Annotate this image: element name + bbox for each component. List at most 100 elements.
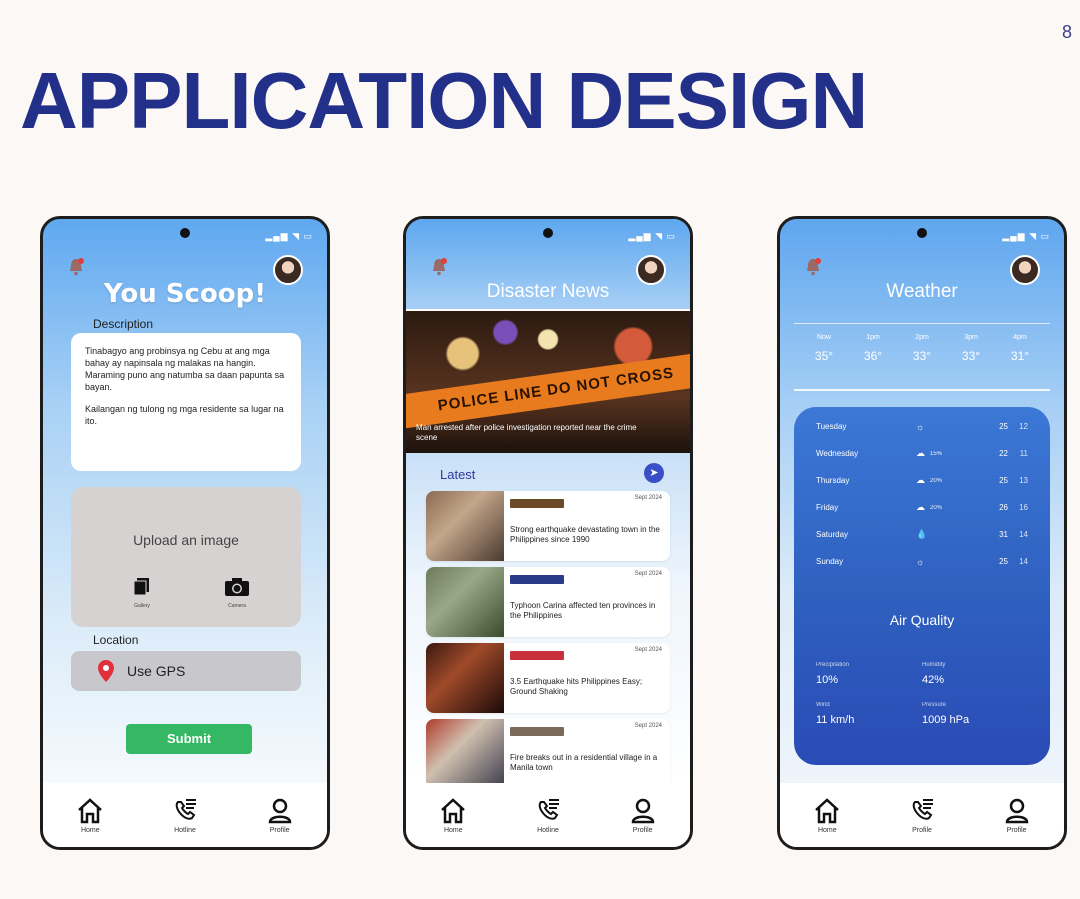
featured-news-caption: Man arrested after police investigation …: [416, 423, 637, 442]
air-quality-metric: Pressure 1009 hPa: [922, 702, 1028, 726]
submit-button[interactable]: Submit: [126, 724, 252, 754]
hourly-item: 1pm 36°: [851, 334, 895, 389]
description-field[interactable]: Tinabagyo ang probinsya ng Cebu at ang m…: [71, 333, 301, 471]
bottom-nav: Home Profile Profile: [780, 783, 1064, 847]
hourly-item: 3pm 33°: [949, 334, 993, 389]
nav-hotline[interactable]: Profile: [892, 796, 952, 834]
camera-button[interactable]: Camera: [223, 576, 251, 609]
news-category-tag: [510, 651, 564, 660]
news-category-tag: [510, 575, 564, 584]
day-name: Sunday: [816, 557, 844, 566]
weather-icon: ☁: [916, 502, 925, 512]
daily-forecast-row: Thursday ☁ 20% 25 13: [794, 467, 1050, 494]
location-label: Location: [93, 633, 139, 647]
low-temperature: 13: [1019, 476, 1028, 485]
description-text-2: Kailangan ng tulong ng mga residente sa …: [85, 404, 284, 426]
hourly-item: Now 35°: [802, 334, 846, 389]
phone-call-icon: [175, 799, 196, 820]
camera-notch: [180, 228, 190, 238]
nav-hotline[interactable]: Hotline: [518, 796, 578, 834]
phone-call-icon: [912, 799, 933, 820]
hour-time: 2pm: [915, 334, 929, 341]
news-list: Sept 2024 Strong earthquake devastating t…: [426, 491, 670, 795]
metric-value: 11 km/h: [816, 714, 855, 726]
notification-bell-icon[interactable]: [804, 257, 822, 277]
featured-news-banner[interactable]: POLICE LINE DO NOT CROSS Man arrested af…: [406, 311, 690, 453]
weather-icon: ☁: [916, 475, 925, 485]
camera-notch: [917, 228, 927, 238]
news-headline: Fire breaks out in a residential village…: [510, 753, 658, 772]
weather-icon: 💧: [916, 529, 928, 539]
weather-icon: ☁: [916, 448, 925, 458]
hour-time: 3pm: [964, 334, 978, 341]
daily-forecast-row: Friday ☁ 20% 26 16: [794, 494, 1050, 521]
hourly-item: 2pm 33°: [900, 334, 944, 389]
hourly-forecast: Now 35° 1pm 36° 2pm 33° 3pm 33° 4pm 31°: [794, 323, 1050, 391]
news-thumbnail: [426, 567, 504, 637]
nav-hotline[interactable]: Hotline: [155, 796, 215, 834]
see-more-arrow-icon[interactable]: ➤: [644, 463, 664, 483]
air-quality-metrics: Precipitation 10% Humidity 42% Wind 11 km/h Pr…: [816, 662, 1028, 726]
weather-icon: ☼: [916, 556, 925, 567]
nav-home[interactable]: Home: [797, 796, 857, 834]
nav-profile[interactable]: Profile: [250, 796, 310, 834]
news-card[interactable]: Sept 2024 3.5 Earthquake hits Philippines…: [426, 643, 670, 713]
upload-label: Upload an image: [133, 532, 239, 548]
slide: 8 APPLICATION DESIGN ▂▄▆ ◥ ▭ You Scoop! …: [0, 0, 1080, 899]
day-name: Saturday: [816, 530, 849, 539]
air-quality-title: Air Quality: [889, 612, 955, 628]
low-temperature: 11: [1019, 449, 1028, 458]
daily-forecast-row: Saturday 💧 31 14: [794, 521, 1050, 548]
notification-bell-icon[interactable]: [67, 257, 85, 277]
user-avatar[interactable]: [1010, 255, 1040, 285]
hour-temperature: 33°: [961, 349, 981, 363]
notification-bell-icon[interactable]: [430, 257, 448, 277]
user-avatar[interactable]: [273, 255, 303, 285]
rain-chance: 20%: [930, 477, 943, 484]
weather-icon: ☼: [916, 421, 925, 432]
hour-time: 4pm: [1013, 334, 1027, 341]
metric-label: Humidity: [922, 662, 946, 668]
high-temperature: 26: [999, 503, 1008, 512]
news-headline: Typhoon Carina affected ten provinces in…: [510, 601, 656, 620]
phone-report-screen: ▂▄▆ ◥ ▭ You Scoop! Description Tinabagyo…: [40, 216, 330, 850]
hour-time: Now: [816, 334, 831, 341]
bottom-nav: Home Hotline Profile: [406, 783, 690, 847]
use-gps-button[interactable]: Use GPS: [71, 651, 301, 691]
news-card[interactable]: Sept 2024 Strong earthquake devastating t…: [426, 491, 670, 561]
user-icon: [631, 798, 654, 824]
phone-weather-screen: ▂▄▆ ◥ ▭ Weather Now 35° 1pm 36° 2pm 33° 3pm 33°…: [777, 216, 1067, 850]
phone-call-icon: [538, 799, 559, 820]
status-icons: ▂▄▆ ◥ ▭: [628, 231, 676, 241]
nav-home[interactable]: Home: [423, 796, 483, 834]
daily-forecast-row: Sunday ☼ 25 14: [794, 548, 1050, 575]
map-pin-icon: [98, 660, 114, 682]
high-temperature: 25: [999, 422, 1008, 431]
nav-profile[interactable]: Profile: [613, 796, 673, 834]
hour-temperature: 35°: [814, 349, 834, 363]
news-date: Sept 2024: [634, 495, 662, 501]
news-card[interactable]: Sept 2024 Typhoon Carina affected ten pro…: [426, 567, 670, 637]
police-tape: POLICE LINE DO NOT CROSS: [406, 350, 690, 430]
gps-label: Use GPS: [127, 663, 186, 679]
nav-profile[interactable]: Profile: [987, 796, 1047, 834]
metric-value: 42%: [922, 674, 945, 686]
hour-time: 1pm: [866, 334, 880, 341]
gallery-button[interactable]: Gallery: [131, 576, 153, 609]
image-upload-area[interactable]: Upload an image Gallery Camera: [71, 487, 301, 627]
news-thumbnail: [426, 491, 504, 561]
nav-home[interactable]: Home: [60, 796, 120, 834]
high-temperature: 25: [999, 476, 1008, 485]
slide-title: APPLICATION DESIGN: [20, 56, 868, 145]
home-icon: [78, 798, 103, 824]
status-icons: ▂▄▆ ◥ ▭: [265, 231, 313, 241]
user-avatar[interactable]: [636, 255, 666, 285]
description-text: Tinabagyo ang probinsya ng Cebu at ang m…: [85, 346, 285, 392]
day-name: Thursday: [816, 476, 850, 485]
bottom-nav: Home Hotline Profile: [43, 783, 327, 847]
day-name: Friday: [816, 503, 839, 512]
news-card[interactable]: Sept 2024 Fire breaks out in a residentia…: [426, 719, 670, 789]
high-temperature: 22: [999, 449, 1008, 458]
status-icons: ▂▄▆ ◥ ▭: [1002, 231, 1050, 241]
news-date: Sept 2024: [634, 571, 662, 577]
